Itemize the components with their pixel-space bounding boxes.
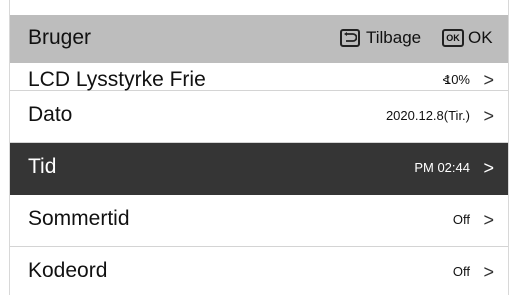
page-title: Bruger	[28, 26, 92, 49]
chevron-right-icon: >	[483, 106, 494, 126]
tid-label: Tid	[28, 155, 57, 178]
list-item-sommertid[interactable]: Sommertid Off >	[10, 195, 508, 247]
list-item-tid[interactable]: Tid PM 02:44 >	[10, 143, 508, 195]
sommertid-label: Sommertid	[28, 207, 130, 230]
ok-icon: OK	[442, 29, 464, 47]
settings-screen: LCD Lysstyrke Frie < 10% > Dato 2020.12.…	[9, 0, 509, 295]
dato-value: 2020.12.8(Tir.)	[385, 108, 470, 123]
back-button[interactable]: Tilbage	[340, 28, 421, 48]
dato-label: Dato	[28, 103, 73, 126]
chevron-right-icon: >	[483, 210, 494, 230]
header-bar: Bruger Tilbage OK OK	[10, 15, 508, 63]
back-icon	[340, 29, 360, 47]
ok-button[interactable]: OK OK	[442, 28, 493, 48]
back-label: Tilbage	[366, 28, 422, 47]
sommertid-value: Off	[452, 212, 470, 227]
lcd-brightness-label: LCD Lysstyrke Frie	[28, 68, 206, 91]
list-item-kodeord[interactable]: Kodeord Off >	[10, 247, 508, 295]
chevron-right-icon[interactable]: >	[483, 70, 494, 91]
tid-value: PM 02:44	[414, 160, 470, 175]
kodeord-label: Kodeord	[28, 259, 108, 282]
chevron-right-icon: >	[483, 158, 494, 178]
lcd-brightness-value: 10%	[443, 72, 470, 87]
kodeord-value: Off	[452, 264, 470, 279]
ok-label: OK	[468, 28, 493, 47]
list-item-dato[interactable]: Dato 2020.12.8(Tir.) >	[10, 91, 508, 143]
chevron-right-icon: >	[483, 262, 494, 282]
